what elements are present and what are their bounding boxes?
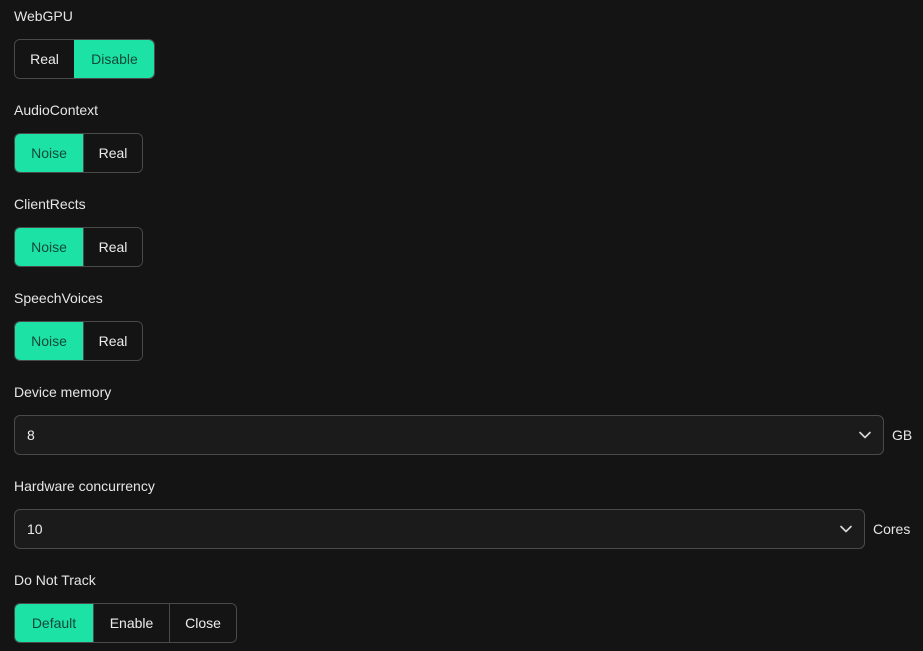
audiocontext-label: AudioContext [14, 102, 99, 118]
speechvoices-real-button[interactable]: Real [83, 322, 142, 360]
setting-device-memory: Device memory 8 GB [14, 383, 912, 455]
clientrects-label: ClientRects [14, 196, 86, 212]
device-memory-value: 8 [27, 427, 35, 443]
clientrects-real-button[interactable]: Real [83, 228, 142, 266]
webgpu-label: WebGPU [14, 8, 73, 24]
setting-hardware-concurrency: Hardware concurrency 10 Cores [14, 477, 910, 549]
do-not-track-label: Do Not Track [14, 572, 96, 588]
speechvoices-label: SpeechVoices [14, 290, 103, 306]
setting-audiocontext: AudioContext Noise Real [14, 101, 143, 173]
audiocontext-real-button[interactable]: Real [83, 134, 142, 172]
hardware-concurrency-value: 10 [27, 521, 43, 537]
clientrects-toggle-group: Noise Real [14, 227, 143, 267]
setting-clientrects: ClientRects Noise Real [14, 195, 143, 267]
webgpu-toggle-group: Real Disable [14, 39, 155, 79]
device-memory-row: 8 GB [14, 415, 912, 455]
device-memory-select[interactable]: 8 [14, 415, 884, 455]
do-not-track-close-button[interactable]: Close [169, 604, 236, 642]
device-memory-unit: GB [892, 427, 913, 443]
setting-speechvoices: SpeechVoices Noise Real [14, 289, 143, 361]
chevron-down-icon [840, 525, 852, 533]
audiocontext-noise-button[interactable]: Noise [15, 134, 83, 172]
setting-do-not-track: Do Not Track Default Enable Close [14, 571, 237, 643]
device-memory-label: Device memory [14, 384, 112, 400]
hardware-concurrency-row: 10 Cores [14, 509, 910, 549]
speechvoices-noise-button[interactable]: Noise [15, 322, 83, 360]
webgpu-real-button[interactable]: Real [15, 40, 74, 78]
clientrects-noise-button[interactable]: Noise [15, 228, 83, 266]
fingerprint-settings-panel: WebGPU Real Disable AudioContext Noise R… [0, 0, 923, 651]
hardware-concurrency-label: Hardware concurrency [14, 478, 155, 494]
do-not-track-enable-button[interactable]: Enable [93, 604, 169, 642]
setting-webgpu: WebGPU Real Disable [14, 7, 155, 79]
webgpu-disable-button[interactable]: Disable [74, 40, 154, 78]
hardware-concurrency-select[interactable]: 10 [14, 509, 865, 549]
speechvoices-toggle-group: Noise Real [14, 321, 143, 361]
chevron-down-icon [859, 431, 871, 439]
hardware-concurrency-unit: Cores [873, 521, 911, 537]
do-not-track-toggle-group: Default Enable Close [14, 603, 237, 643]
audiocontext-toggle-group: Noise Real [14, 133, 143, 173]
do-not-track-default-button[interactable]: Default [15, 604, 93, 642]
